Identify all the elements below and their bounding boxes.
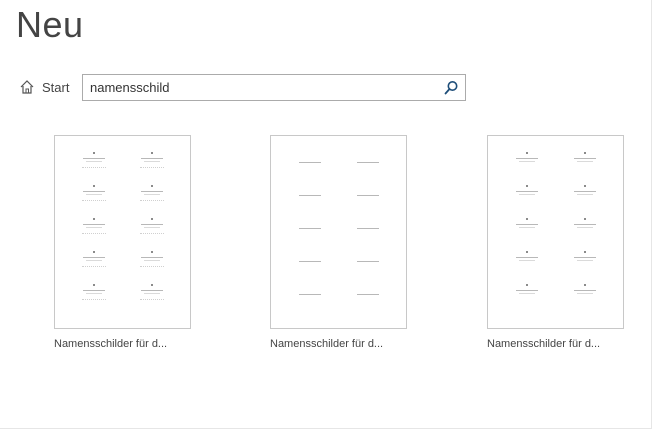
label-preview [508, 185, 548, 205]
label-preview [291, 222, 331, 242]
start-label: Start [42, 79, 70, 95]
page-title: Neu [16, 4, 84, 45]
label-preview [133, 284, 173, 304]
label-preview [566, 284, 606, 304]
template-caption-1: Namensschilder für d... [54, 338, 168, 350]
label-preview [75, 152, 115, 172]
template-caption-2: Namensschilder für d... [270, 338, 384, 350]
template-card-1[interactable]: Namensschilder für d... [54, 135, 194, 350]
label-preview [508, 152, 548, 172]
label-preview [349, 156, 389, 176]
start-link[interactable]: Start [19, 79, 69, 95]
label-preview [291, 288, 331, 308]
label-preview [566, 218, 606, 238]
template-card-2[interactable]: Namensschilder für d... [270, 135, 410, 350]
search-box [82, 74, 466, 101]
search-input[interactable] [83, 75, 433, 100]
label-preview [133, 251, 173, 271]
label-preview [349, 255, 389, 275]
label-preview [566, 251, 606, 271]
label-preview [75, 218, 115, 238]
label-preview [291, 156, 331, 176]
label-preview [349, 222, 389, 242]
label-preview [133, 185, 173, 205]
label-preview [75, 284, 115, 304]
template-thumbnail-2 [270, 135, 407, 329]
label-preview [508, 218, 548, 238]
template-card-3[interactable]: Namensschilder für d... [487, 135, 627, 350]
label-preview [75, 185, 115, 205]
template-thumbnail-3 [487, 135, 624, 329]
home-icon [19, 79, 35, 95]
template-caption-3: Namensschilder für d... [487, 338, 601, 350]
label-preview [566, 152, 606, 172]
label-preview [566, 185, 606, 205]
label-preview [75, 251, 115, 271]
label-preview [508, 284, 548, 304]
label-preview [133, 218, 173, 238]
label-preview [133, 152, 173, 172]
label-preview [291, 255, 331, 275]
label-preview [291, 189, 331, 209]
label-preview [508, 251, 548, 271]
template-thumbnail-1 [54, 135, 191, 329]
label-preview [349, 288, 389, 308]
label-preview [349, 189, 389, 209]
search-icon[interactable] [444, 80, 459, 95]
